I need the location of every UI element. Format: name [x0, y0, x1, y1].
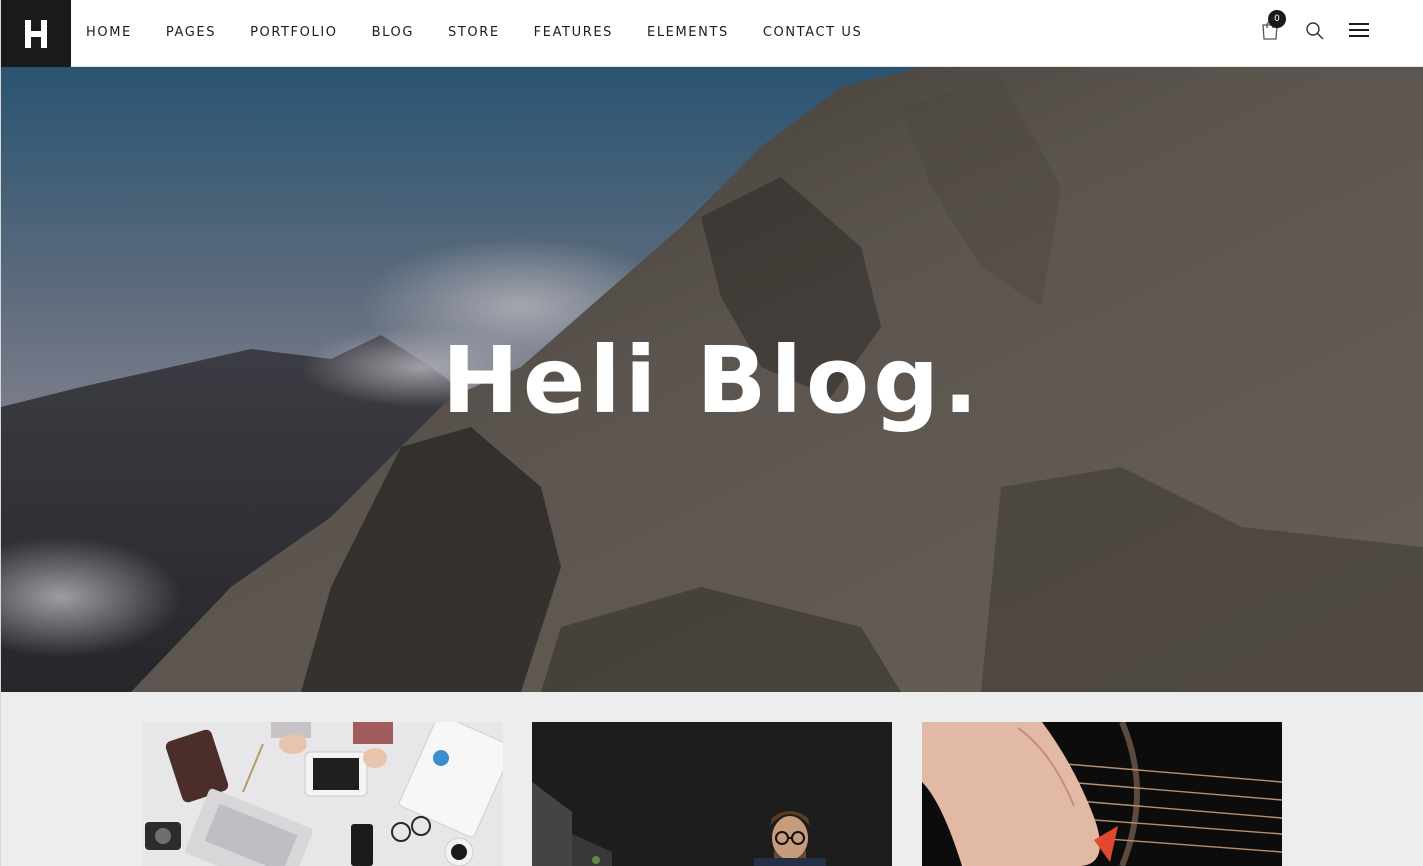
site-logo[interactable]: [1, 0, 71, 67]
man-with-glasses-working-photo: [532, 722, 892, 866]
blog-card-2[interactable]: [532, 722, 892, 866]
workspace-desk-flatlay-photo: [143, 722, 503, 866]
nav-item-store[interactable]: STORE: [448, 25, 500, 40]
blog-card-1[interactable]: [143, 722, 503, 866]
nav-item-features[interactable]: FEATURES: [534, 25, 613, 40]
nav-item-blog[interactable]: BLOG: [372, 25, 414, 40]
nav-item-home[interactable]: HOME: [86, 25, 132, 40]
logo-letter-h-icon: [25, 19, 47, 48]
hand-playing-guitar-photo: [922, 722, 1282, 866]
hero-title: Heli Blog.: [441, 327, 983, 434]
nav-item-contact-us[interactable]: CONTACT US: [763, 25, 863, 40]
cart-count-badge: 0: [1268, 10, 1286, 28]
blog-card-list: [1, 722, 1423, 866]
main-nav: HOME PAGES PORTFOLIO BLOG STORE FEATURES…: [86, 0, 862, 64]
hero-banner: Heli Blog.: [1, 67, 1423, 692]
hamburger-menu-icon[interactable]: [1347, 20, 1371, 40]
site-header: HOME PAGES PORTFOLIO BLOG STORE FEATURES…: [1, 0, 1423, 67]
search-icon[interactable]: [1305, 21, 1325, 41]
nav-item-portfolio[interactable]: PORTFOLIO: [250, 25, 338, 40]
nav-item-elements[interactable]: ELEMENTS: [647, 25, 729, 40]
nav-item-pages[interactable]: PAGES: [166, 25, 216, 40]
blog-card-3[interactable]: [922, 722, 1282, 866]
